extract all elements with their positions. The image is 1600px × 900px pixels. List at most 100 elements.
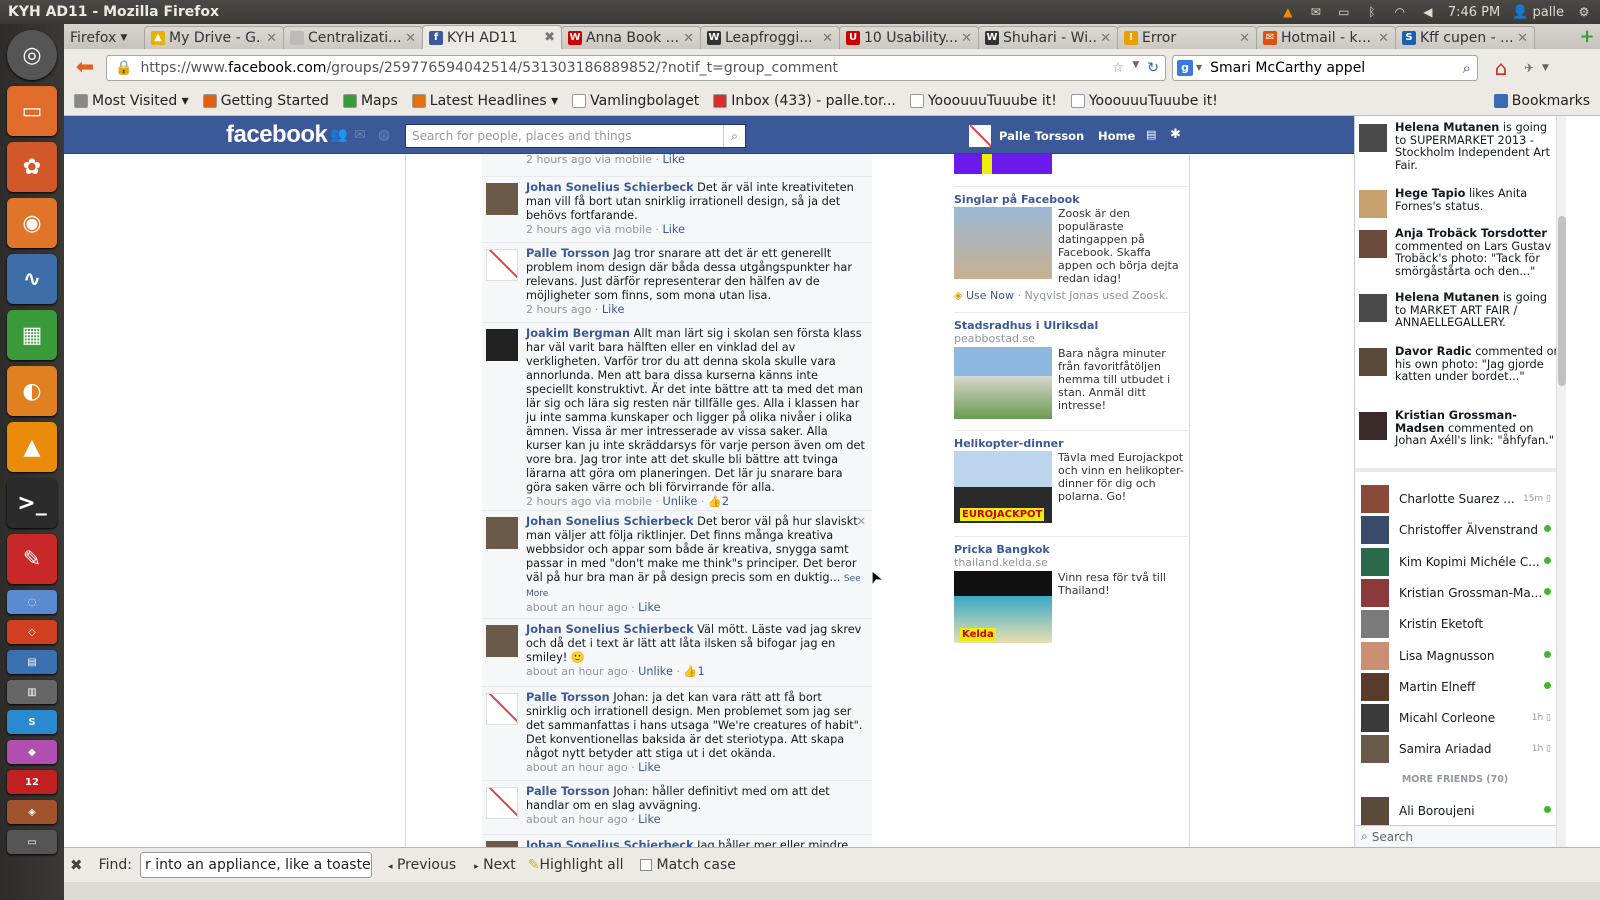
chat-friend[interactable]: Kristin Eketoft xyxy=(1355,609,1555,639)
close-icon[interactable]: ✕ xyxy=(857,515,866,529)
ticker-story[interactable]: Anja Trobäck Torsdotter commented on Lar… xyxy=(1355,227,1561,278)
ad-image[interactable] xyxy=(954,347,1052,419)
browser-tab[interactable]: U 10 Usability... ✕ xyxy=(839,26,979,49)
comment-author[interactable]: Johan Sonelius Schierbeck xyxy=(526,623,694,636)
reload-icon[interactable]: ↻ xyxy=(1147,60,1159,76)
bookmarks-menu-button[interactable]: Bookmarks xyxy=(1490,93,1594,109)
vlc-icon[interactable]: ▲ xyxy=(7,422,57,472)
bookmark-item[interactable]: YooouuuTuuube it! xyxy=(1067,93,1222,109)
bookmark-item[interactable]: Maps xyxy=(339,93,402,109)
find-input[interactable]: r into an appliance, like a toaster, t xyxy=(139,852,372,878)
close-tab-icon[interactable]: ✖ xyxy=(544,30,555,45)
scrollbar-thumb[interactable] xyxy=(1558,216,1566,386)
commenter-avatar[interactable] xyxy=(486,329,518,361)
terminal-icon[interactable]: >_ xyxy=(7,478,57,528)
ticker-story[interactable]: Helena Mutanen is going to MARKET ART FA… xyxy=(1355,291,1561,330)
browser-tab[interactable]: S Kff cupen - ... ✕ xyxy=(1395,26,1535,49)
page-scrollbar[interactable] xyxy=(1556,116,1566,847)
chevron-down-icon[interactable]: ▼ xyxy=(1132,60,1139,76)
browser-tab[interactable]: W Leapfroggi... ✕ xyxy=(700,26,840,49)
friend-requests-icon[interactable]: 👥 xyxy=(330,127,347,143)
comment-author[interactable]: Johan Sonelius Schierbeck xyxy=(526,515,694,528)
browser-tab[interactable]: W Anna Book ... ✕ xyxy=(561,26,701,49)
browser-tab[interactable]: W Shuhari - Wi... ✕ xyxy=(978,26,1118,49)
bookmark-item[interactable]: Vamlingbolaget xyxy=(568,93,703,109)
pen-app-icon[interactable]: ✎ xyxy=(7,534,57,584)
chat-friend[interactable]: Samira Ariadad 1h ▯ xyxy=(1355,734,1555,764)
ad-unit[interactable]: Helikopter-dinner EUROJACKPOT Tävla med Eu… xyxy=(954,430,1190,523)
bookmark-item[interactable]: Latest Headlines ▾ xyxy=(408,93,562,109)
ad-image[interactable]: Kelda xyxy=(954,571,1052,643)
firefox-icon[interactable]: ◉ xyxy=(7,198,57,248)
like-link[interactable]: Like xyxy=(662,154,685,166)
launcher-app-icon[interactable]: ◇ xyxy=(7,620,57,644)
settings-gear-icon[interactable]: ✱ xyxy=(1170,127,1181,142)
messages-icon[interactable]: ✉ xyxy=(354,127,366,143)
browser-tab[interactable]: Centralizati... ✕ xyxy=(283,26,423,49)
chevron-down-icon[interactable]: ▼ xyxy=(1542,63,1556,73)
close-tab-icon[interactable]: ✕ xyxy=(1239,31,1250,46)
launcher-app-icon[interactable]: ◆ xyxy=(7,740,57,764)
ticker-story[interactable]: Hege Tapio likes Anita Fornes's status. xyxy=(1355,187,1561,218)
profile-name-link[interactable]: Palle Torsson xyxy=(999,129,1084,143)
chat-friend[interactable]: Christoffer Älvenstrand xyxy=(1355,515,1555,545)
search-icon[interactable]: ⌕ xyxy=(1463,59,1471,77)
firefox-menu-button[interactable]: Firefox ▼ xyxy=(64,26,144,49)
chat-friend[interactable]: Martin Elneff xyxy=(1355,672,1555,702)
close-tab-icon[interactable]: ✕ xyxy=(961,31,972,46)
chat-friend[interactable]: Kim Kopimi Michéle C... xyxy=(1355,547,1555,577)
find-previous-button[interactable]: ◂ Previous xyxy=(388,857,456,873)
search-icon[interactable]: ⌕ xyxy=(723,125,745,147)
ad-url[interactable]: thailand.kelda.se xyxy=(954,556,1190,569)
comment-author[interactable]: Joakim Bergman xyxy=(526,327,630,340)
launcher-app-icon[interactable]: ▥ xyxy=(7,680,57,704)
like-link[interactable]: Unlike xyxy=(638,665,673,678)
mail-tray-icon[interactable]: ✉ xyxy=(1308,5,1324,19)
comment-author[interactable]: Palle Torsson xyxy=(526,691,610,704)
bookmark-item[interactable]: YooouuuTuuube it! xyxy=(906,93,1061,109)
facebook-logo[interactable]: facebook xyxy=(226,121,328,149)
browser-tab[interactable]: ▲ My Drive - G... ✕ xyxy=(144,26,284,49)
home-link[interactable]: Home xyxy=(1098,129,1135,143)
commenter-avatar[interactable] xyxy=(486,625,518,657)
chat-friend[interactable]: Kristian Grossman-Ma... xyxy=(1355,578,1555,608)
ad-image[interactable] xyxy=(954,207,1052,279)
like-link[interactable]: Like xyxy=(638,761,661,774)
ad-unit[interactable]: Pricka Bangkok thailand.kelda.se Kelda Vinn… xyxy=(954,536,1190,643)
ide-icon[interactable]: ◐ xyxy=(7,366,57,416)
search-bar[interactable]: g ▼ Smari McCarthy appel ⌕ xyxy=(1172,54,1478,81)
close-tab-icon[interactable]: ✕ xyxy=(266,31,277,46)
commenter-avatar[interactable] xyxy=(486,517,518,549)
ticker-story[interactable]: Helena Mutanen is going to SUPERMARKET 2… xyxy=(1355,121,1561,172)
launcher-app-icon[interactable]: 12 xyxy=(7,770,57,794)
new-tab-button[interactable]: + xyxy=(1574,26,1600,49)
commenter-avatar[interactable] xyxy=(486,693,518,725)
ad-title[interactable]: Singlar på Facebook xyxy=(954,193,1080,206)
system-monitor-icon[interactable]: ∿ xyxy=(7,254,57,304)
comment-author[interactable]: Palle Torsson xyxy=(526,247,610,260)
volume-icon[interactable]: ◀ xyxy=(1420,5,1436,19)
ticker-story[interactable]: Kristian Grossman-Madsen commented on Jo… xyxy=(1355,409,1561,448)
like-link[interactable]: Like xyxy=(638,601,661,614)
url-bar[interactable]: 🔒 https://www. facebook.com/groups/259776… xyxy=(106,54,1166,81)
close-tab-icon[interactable]: ✕ xyxy=(1378,31,1389,46)
find-friends-icon[interactable]: ▤ xyxy=(1146,128,1156,141)
ad-title[interactable]: Stadsradhus i Ulriksdal xyxy=(954,319,1098,332)
profile-avatar[interactable] xyxy=(969,125,991,147)
ticker-story[interactable]: Davor Radic commented on his own photo: … xyxy=(1355,345,1561,384)
highlight-all-button[interactable]: ✎Highlight all xyxy=(528,857,624,873)
bookmark-star-icon[interactable]: ☆ xyxy=(1112,60,1125,76)
comment-author[interactable]: Palle Torsson xyxy=(526,785,610,798)
browser-tab[interactable]: ! Error ✕ xyxy=(1117,26,1257,49)
comment-author[interactable]: Johan Sonelius Schierbeck xyxy=(526,839,694,847)
like-link[interactable]: Like xyxy=(638,813,661,826)
notifications-icon[interactable]: ◍ xyxy=(378,127,390,143)
files-icon[interactable]: ▭ xyxy=(7,86,57,136)
facebook-search-input[interactable]: Search for people, places and things ⌕ xyxy=(405,124,746,148)
ad-url[interactable]: peabbostad.se xyxy=(954,332,1190,345)
bookmark-item[interactable]: Getting Started xyxy=(199,93,333,109)
session-gear-icon[interactable]: ⚙ xyxy=(1576,5,1592,19)
close-find-icon[interactable]: ✖ xyxy=(70,856,83,874)
chat-friend[interactable]: Micahl Corleone 1h ▯ xyxy=(1355,703,1555,733)
addon-icon[interactable]: ✈ xyxy=(1516,61,1542,75)
